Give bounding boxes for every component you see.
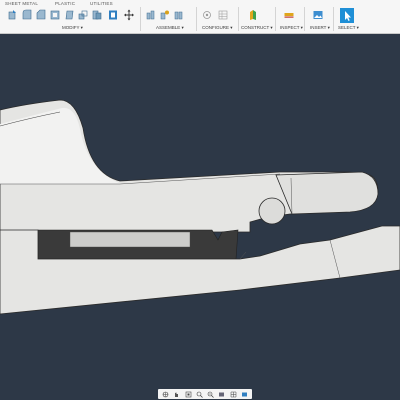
offset-plane-tool[interactable] bbox=[248, 9, 258, 21]
look-at-button[interactable] bbox=[184, 390, 192, 398]
group-divider bbox=[333, 7, 334, 31]
new-component-icon bbox=[146, 10, 155, 20]
new-component-tool[interactable] bbox=[146, 9, 156, 21]
construct-menu[interactable]: CONSTRUCT ▾ bbox=[241, 25, 273, 31]
shell-icon bbox=[50, 10, 60, 20]
zoom-button[interactable] bbox=[195, 390, 203, 398]
zoom-icon bbox=[196, 391, 203, 398]
scale-icon bbox=[78, 10, 88, 20]
change-parameters-tool[interactable] bbox=[202, 9, 212, 21]
draft-icon bbox=[65, 10, 74, 20]
align-icon bbox=[109, 10, 117, 20]
orbit-button[interactable] bbox=[162, 390, 170, 398]
joint-icon bbox=[160, 10, 169, 20]
press-pull-tool[interactable] bbox=[8, 9, 18, 21]
pan-icon bbox=[175, 392, 179, 397]
group-divider bbox=[304, 7, 305, 31]
pan-button[interactable] bbox=[173, 390, 181, 398]
cursor-arrow-icon bbox=[345, 11, 351, 21]
part-slot-inner-face bbox=[69, 231, 191, 248]
model-viewport[interactable] bbox=[0, 34, 400, 384]
group-divider bbox=[196, 7, 197, 31]
configure-menu[interactable]: CONFIGURE ▾ bbox=[202, 25, 233, 31]
tab-sheet-metal[interactable]: SHEET METAL bbox=[5, 1, 38, 6]
group-divider bbox=[275, 7, 276, 31]
viewports-button[interactable] bbox=[240, 390, 248, 398]
look-at-icon bbox=[185, 391, 191, 397]
grid-snap-button[interactable] bbox=[229, 390, 237, 398]
fillet-icon bbox=[22, 9, 32, 20]
display-settings-button[interactable] bbox=[218, 390, 226, 398]
group-divider bbox=[238, 7, 239, 31]
navigation-bar bbox=[158, 389, 252, 399]
viewports-icon bbox=[241, 392, 247, 396]
tab-plastic[interactable]: PLASTIC bbox=[55, 1, 75, 6]
insert-image-tool[interactable] bbox=[313, 9, 323, 21]
joint-tool[interactable] bbox=[160, 9, 170, 21]
move-copy-tool[interactable] bbox=[124, 9, 134, 21]
assemble-menu[interactable]: ASSEMBLE ▾ bbox=[156, 25, 184, 31]
move-icon bbox=[124, 9, 134, 21]
tab-utilities[interactable]: UTILITIES bbox=[90, 1, 113, 6]
measure-tool[interactable] bbox=[284, 9, 294, 21]
orbit-icon bbox=[162, 391, 169, 397]
chamfer-tool[interactable] bbox=[36, 9, 46, 21]
display-settings-icon bbox=[219, 392, 225, 396]
combine-icon bbox=[92, 10, 102, 20]
group-divider bbox=[140, 7, 141, 31]
table-icon bbox=[218, 10, 228, 20]
chamfer-icon bbox=[36, 9, 46, 20]
as-built-joint-tool[interactable] bbox=[174, 9, 184, 21]
combine-tool[interactable] bbox=[92, 9, 102, 21]
toolbar-ribbon: SHEET METAL PLASTIC UTILITIES MODIFY ▾ A… bbox=[0, 0, 400, 34]
press-pull-icon bbox=[8, 10, 16, 20]
shell-tool[interactable] bbox=[50, 9, 60, 21]
fit-icon bbox=[207, 391, 214, 398]
part-pin bbox=[258, 197, 286, 225]
scale-tool[interactable] bbox=[78, 9, 88, 21]
select-menu[interactable]: SELECT ▾ bbox=[338, 25, 359, 31]
image-icon bbox=[313, 11, 323, 19]
insert-menu[interactable]: INSERT ▾ bbox=[310, 25, 330, 31]
fillet-tool[interactable] bbox=[22, 9, 32, 21]
modify-menu[interactable]: MODIFY ▾ bbox=[62, 25, 83, 31]
inspect-menu[interactable]: INSPECT ▾ bbox=[280, 25, 303, 31]
configure-table-tool[interactable] bbox=[218, 9, 228, 21]
offset-plane-icon bbox=[250, 10, 256, 20]
select-tool[interactable] bbox=[340, 8, 354, 23]
parameters-icon bbox=[203, 11, 211, 19]
align-tool[interactable] bbox=[108, 9, 118, 21]
fit-button[interactable] bbox=[207, 390, 215, 398]
grid-icon bbox=[230, 391, 236, 397]
as-built-joint-icon bbox=[174, 11, 183, 20]
draft-tool[interactable] bbox=[64, 9, 74, 21]
measure-icon bbox=[284, 13, 294, 18]
